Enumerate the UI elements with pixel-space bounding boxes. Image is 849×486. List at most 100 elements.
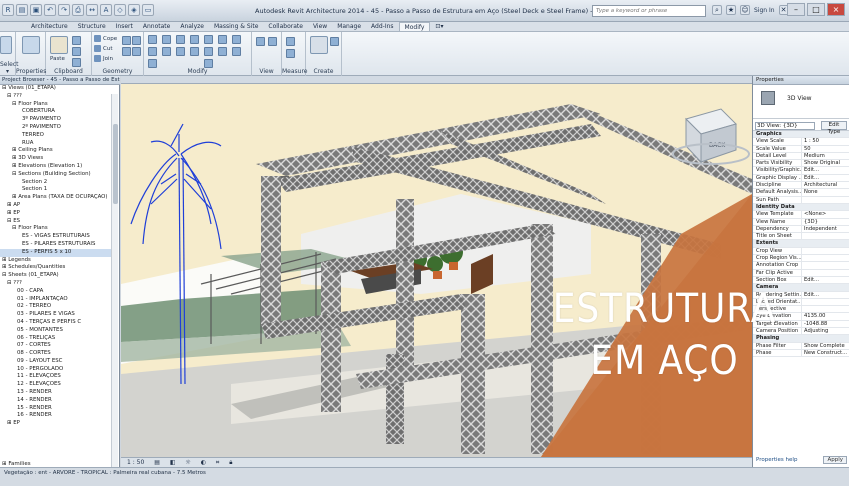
tree-node[interactable]: 00 - CAPA (0, 288, 118, 296)
tree-node[interactable]: 13 - RENDER (0, 389, 118, 397)
tree-node[interactable]: 12 - ELEVAÇÕES (0, 381, 118, 389)
property-value[interactable]: None (801, 189, 849, 196)
measure-icon[interactable]: ↔ (86, 4, 98, 16)
type-selector[interactable]: 3D View (753, 85, 849, 119)
tree-node[interactable]: ⊟ Floor Plans (0, 225, 118, 233)
minimize-button[interactable]: – (787, 3, 805, 16)
ribbon-tab[interactable]: Manage (332, 22, 366, 31)
tree-node[interactable]: ⊞ 3D Views (0, 155, 118, 163)
paint-icon[interactable] (132, 36, 141, 45)
maximize-button[interactable]: □ (807, 3, 825, 16)
tree-node[interactable]: 14 - RENDER (0, 397, 118, 405)
ribbon-tab[interactable]: ⊡▾ (430, 22, 448, 31)
tree-node[interactable]: ⊞ Area Plans (TAXA DE OCUPAÇÃO) (0, 194, 118, 202)
tree-node[interactable]: ⊞ EP (0, 210, 118, 218)
tree-node[interactable]: ⊟ ??? (0, 93, 118, 101)
tree-node[interactable]: COBERTURA (0, 108, 118, 116)
redo-icon[interactable]: ↷ (58, 4, 70, 16)
tree-node[interactable]: 06 - TRELIÇAS (0, 335, 118, 343)
property-section[interactable]: Identity Data (753, 203, 849, 212)
switch-windows-icon[interactable]: ▭ (142, 4, 154, 16)
create-assembly-icon[interactable] (310, 36, 328, 54)
search-input[interactable]: Type a keyword or phrase (592, 5, 706, 17)
scroll-thumb[interactable] (113, 124, 118, 204)
demolish-icon[interactable] (132, 47, 141, 56)
tree-node[interactable]: ⊟ ??? (0, 280, 118, 288)
cut-button[interactable]: Cut (94, 45, 112, 52)
dimension-icon[interactable] (286, 49, 295, 58)
tree-node[interactable]: 03 - PILARES E VIGAS (0, 311, 118, 319)
join-button[interactable]: Join (94, 55, 113, 62)
column-4[interactable] (461, 294, 485, 454)
tree-node[interactable]: 3º PAVIMENTO (0, 116, 118, 124)
hide-icon[interactable] (256, 37, 265, 46)
tree-node[interactable]: ⊞ Elevations (Elevation 1) (0, 163, 118, 171)
open-icon[interactable]: ▤ (16, 4, 28, 16)
property-value[interactable] (801, 255, 849, 262)
tree-node[interactable]: TÉRREO (0, 132, 118, 140)
property-value[interactable]: Edit... (801, 167, 849, 174)
tree-node[interactable]: 15 - RENDER (0, 405, 118, 413)
tree-node[interactable]: ES - PERFIS 5 x 10 (0, 248, 118, 257)
trim-single-icon[interactable] (204, 47, 213, 56)
view-scale[interactable]: 1 : 50 (127, 459, 144, 466)
paste-icon[interactable] (50, 36, 68, 54)
tree-node[interactable]: 2º PAVIMENTO (0, 124, 118, 132)
tree-node[interactable]: 09 - LAYOUT ESC (0, 358, 118, 366)
properties-icon[interactable] (22, 36, 40, 54)
split-icon[interactable] (204, 35, 213, 44)
property-value[interactable]: Independent (801, 225, 849, 233)
rotate-icon[interactable] (176, 47, 185, 56)
tree-node[interactable]: 10 - PERGOLADO (0, 366, 118, 374)
tree-node[interactable]: RUA (0, 140, 118, 148)
3d-viewport[interactable]: BACK (121, 84, 752, 457)
visual-style-icon[interactable]: ◧ (170, 459, 176, 466)
3d-view-icon[interactable]: ◇ (114, 4, 126, 16)
text-icon[interactable]: A (100, 4, 112, 16)
property-value[interactable]: Architectural (801, 182, 849, 189)
save-icon[interactable]: ▣ (30, 4, 42, 16)
split-face-icon[interactable] (122, 36, 131, 45)
column-3[interactable] (396, 199, 414, 379)
pin-icon[interactable] (232, 35, 241, 44)
tree-node[interactable]: 05 - MONTANTES (0, 327, 118, 335)
property-value[interactable] (801, 269, 849, 276)
property-value[interactable] (801, 196, 849, 203)
tree-node[interactable]: Section 1 (0, 186, 118, 194)
tree-node[interactable]: ⊞ AP (0, 202, 118, 210)
tree-node[interactable]: 07 - CORTES (0, 342, 118, 350)
tree-node[interactable]: 11 - ELEVAÇÕES (0, 373, 118, 381)
tree-node[interactable]: ⊟ ES (0, 218, 118, 226)
crop-icon[interactable]: ⌗ (216, 459, 219, 466)
ribbon-tab[interactable]: View (308, 22, 332, 31)
close-button[interactable]: × (827, 3, 845, 16)
property-value[interactable]: Edit... (801, 174, 849, 182)
delete-icon[interactable] (204, 59, 213, 68)
tree-node[interactable]: ⊞ Ceiling Plans (0, 147, 118, 155)
mirror-pick-icon[interactable] (176, 35, 185, 44)
tree-node[interactable]: 16 - RENDER (0, 412, 118, 420)
modify-select-icon[interactable] (0, 36, 12, 54)
tree-node[interactable]: ⊟ Floor Plans (0, 101, 118, 109)
measure-tool-icon[interactable] (286, 37, 295, 46)
ribbon-tab[interactable]: Insert (111, 22, 138, 31)
binoculars-icon[interactable]: ⌕ (712, 5, 722, 15)
ribbon-tab[interactable]: Annotate (138, 22, 175, 31)
paste-button[interactable]: Paste (50, 56, 65, 62)
unpin-icon[interactable] (148, 59, 157, 68)
property-value[interactable] (801, 247, 849, 255)
cut-clip-icon[interactable] (72, 47, 81, 56)
detail-level-icon[interactable]: ▤ (154, 459, 160, 466)
select-label[interactable]: Select ▾ (0, 61, 19, 75)
scale-icon[interactable] (232, 47, 241, 56)
ribbon-tab[interactable]: Analyze (175, 22, 209, 31)
tree-node[interactable]: ⊞ EP (0, 420, 118, 428)
ribbon-tab[interactable]: Modify (398, 22, 431, 31)
properties-help-link[interactable]: Properties help (756, 457, 797, 463)
property-value[interactable]: Medium (801, 152, 849, 160)
wall-joins-icon[interactable] (122, 47, 131, 56)
tree-node[interactable]: ⊟ Sheets (01_ETAPA) (0, 272, 118, 280)
mirror-draw-icon[interactable] (190, 35, 199, 44)
create-parts-icon[interactable] (330, 37, 339, 46)
cope-button[interactable]: Cope (94, 35, 117, 42)
